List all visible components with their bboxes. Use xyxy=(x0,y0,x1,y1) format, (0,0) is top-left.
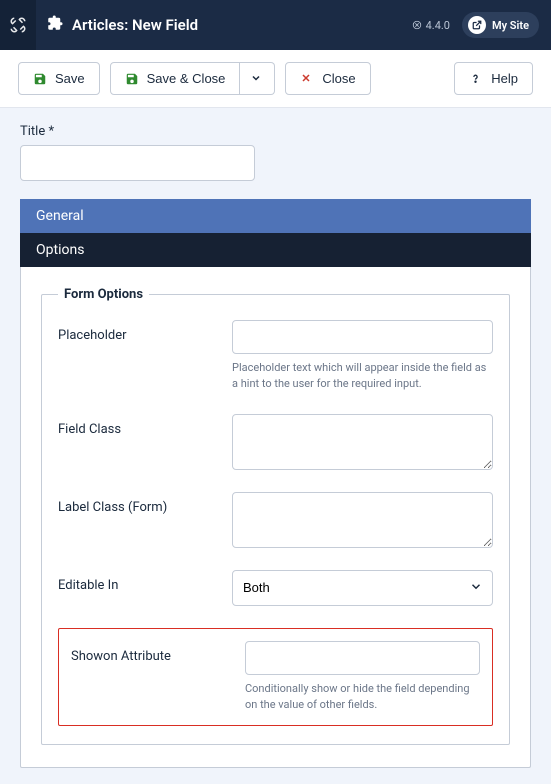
joomla-small-icon xyxy=(412,20,422,30)
showon-label: Showon Attribute xyxy=(71,641,231,664)
joomla-logo[interactable] xyxy=(0,0,36,50)
save-close-dropdown-button[interactable] xyxy=(240,62,275,95)
placeholder-input[interactable] xyxy=(232,320,493,354)
showon-help: Conditionally show or hide the field dep… xyxy=(245,681,480,713)
placeholder-label: Placeholder xyxy=(58,320,218,343)
showon-highlight: Showon Attribute Conditionally show or h… xyxy=(58,628,493,726)
save-icon xyxy=(125,72,139,86)
editable-in-select[interactable]: Both xyxy=(232,570,493,606)
form-options-legend: Form Options xyxy=(58,287,149,302)
placeholder-help: Placeholder text which will appear insid… xyxy=(232,360,493,392)
title-input[interactable] xyxy=(20,145,255,181)
mysite-button[interactable]: My Site xyxy=(462,12,539,38)
field-class-input[interactable] xyxy=(232,414,493,470)
save-close-button[interactable]: Save & Close xyxy=(110,62,241,95)
row-editable-in: Editable In Both xyxy=(58,570,493,606)
app-header: Articles: New Field 4.4.0 My Site xyxy=(0,0,551,50)
form-options-fieldset: Form Options Placeholder Placeholder tex… xyxy=(41,287,510,745)
puzzle-icon xyxy=(46,14,64,36)
row-showon: Showon Attribute Conditionally show or h… xyxy=(71,641,480,713)
row-field-class: Field Class xyxy=(58,414,493,470)
page-title: Articles: New Field xyxy=(72,16,198,34)
tab-general[interactable]: General xyxy=(20,199,531,233)
field-class-label: Field Class xyxy=(58,414,218,437)
showon-input[interactable] xyxy=(245,641,480,675)
save-button[interactable]: Save xyxy=(18,62,100,95)
help-button[interactable]: Help xyxy=(454,62,533,95)
row-placeholder: Placeholder Placeholder text which will … xyxy=(58,320,493,392)
close-icon xyxy=(300,72,314,86)
version-badge: 4.4.0 xyxy=(412,19,450,32)
options-panel: Form Options Placeholder Placeholder tex… xyxy=(20,267,531,768)
joomla-icon xyxy=(9,16,27,34)
tab-options[interactable]: Options xyxy=(20,233,531,267)
help-icon xyxy=(469,72,483,86)
save-icon xyxy=(33,72,47,86)
content-area: Title * General Options Form Options Pla… xyxy=(0,108,551,784)
save-close-group: Save & Close xyxy=(110,62,276,95)
mysite-label: My Site xyxy=(492,19,529,32)
label-class-input[interactable] xyxy=(232,492,493,548)
action-toolbar: Save Save & Close Close Help xyxy=(0,50,551,108)
close-button[interactable]: Close xyxy=(285,62,370,95)
title-label: Title * xyxy=(20,124,531,139)
external-link-icon xyxy=(468,16,486,34)
editable-in-label: Editable In xyxy=(58,570,218,593)
row-label-class: Label Class (Form) xyxy=(58,492,493,548)
tabs: General Options Form Options Placeholder… xyxy=(20,199,531,768)
label-class-label: Label Class (Form) xyxy=(58,492,218,515)
chevron-down-icon xyxy=(250,72,264,86)
